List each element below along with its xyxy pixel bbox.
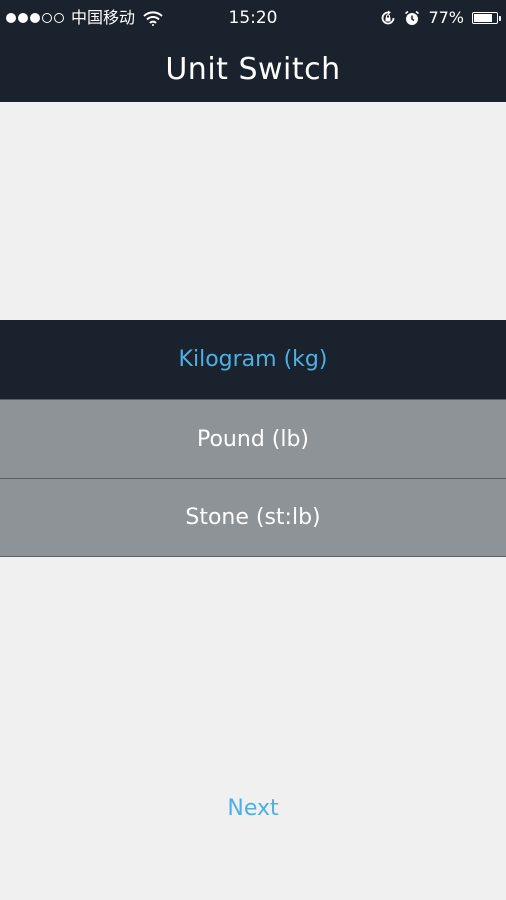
unit-option-stone[interactable]: Stone (st:lb) <box>0 478 506 557</box>
navigation-bar: Unit Switch <box>0 36 506 102</box>
unit-option-pound[interactable]: Pound (lb) <box>0 399 506 478</box>
unit-option-kilogram[interactable]: Kilogram (kg) <box>0 320 506 399</box>
rotation-lock-icon <box>380 10 396 26</box>
status-bar: 中国移动 15:20 77% <box>0 0 506 36</box>
next-button[interactable]: Next <box>0 796 506 821</box>
battery-icon <box>472 12 501 24</box>
status-right: 77% <box>380 8 501 28</box>
unit-option-label: Pound (lb) <box>196 426 310 452</box>
unit-options-list: Kilogram (kg) Pound (lb) Stone (st:lb) <box>0 320 506 557</box>
page-title: Unit Switch <box>165 51 341 87</box>
unit-option-label: Kilogram (kg) <box>178 347 328 372</box>
alarm-icon <box>404 10 420 26</box>
battery-percent: 77% <box>428 8 464 27</box>
unit-option-label: Stone (st:lb) <box>185 505 321 530</box>
battery-level <box>474 14 493 22</box>
